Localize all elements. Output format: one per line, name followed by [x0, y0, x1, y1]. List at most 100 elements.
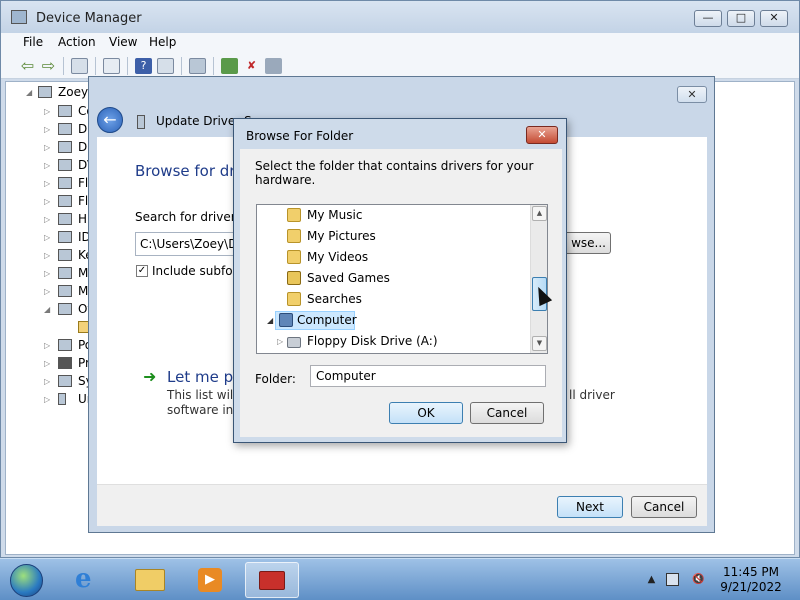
taskbar: e ▶ ▲ 🔇 11:45 PM 9/21/2022: [0, 558, 800, 600]
system-clock[interactable]: 11:45 PM 9/21/2022: [716, 565, 786, 595]
folder-scrollbar[interactable]: ▲ ▼: [530, 205, 547, 353]
wizard-back-button[interactable]: ←: [97, 107, 123, 133]
include-subfolders-label: Include subfold: [152, 264, 244, 278]
action-pane-icon[interactable]: [157, 58, 174, 74]
expand-arrow-icon[interactable]: ▷: [44, 269, 50, 278]
toolbar-separator: [181, 57, 182, 75]
folder-item-my-videos[interactable]: My Videos: [257, 247, 530, 268]
expand-arrow-icon[interactable]: ▷: [44, 179, 50, 188]
music-folder-icon: [287, 208, 301, 222]
taskbar-device-manager[interactable]: [245, 562, 299, 598]
processor-icon: [58, 357, 72, 369]
help-icon[interactable]: ?: [135, 58, 152, 74]
show-hidden-icons-icon[interactable]: ▲: [645, 573, 658, 586]
tree-item-label: Fl: [78, 194, 89, 208]
usb-device-icon: [137, 115, 145, 129]
tree-item-label: M: [78, 284, 89, 298]
back-arrow-icon[interactable]: ⇦: [19, 58, 36, 74]
folder-label: My Videos: [307, 250, 369, 264]
collapse-arrow-icon[interactable]: ◢: [44, 305, 50, 314]
scroll-down-arrow-icon[interactable]: ▼: [532, 336, 547, 351]
expand-arrow-icon[interactable]: ▷: [44, 143, 50, 152]
wizard-heading: Browse for dri: [135, 162, 240, 180]
videos-folder-icon: [287, 250, 301, 264]
folder-label: My Music: [307, 208, 363, 222]
folder-item-floppy[interactable]: ▷ Floppy Disk Drive (A:): [257, 331, 530, 352]
expand-arrow-icon[interactable]: ▷: [44, 215, 50, 224]
expand-arrow-icon[interactable]: ▷: [44, 359, 50, 368]
let-me-pick-link[interactable]: Let me pi: [167, 368, 237, 386]
start-button[interactable]: [10, 564, 43, 597]
close-button[interactable]: ✕: [760, 10, 788, 27]
folder-icon: [135, 569, 165, 591]
expand-arrow-icon[interactable]: ▷: [44, 125, 50, 134]
show-hide-tree-icon[interactable]: [71, 58, 88, 74]
folder-label-text: Folder:: [255, 372, 296, 386]
folder-label: Floppy Disk Drive (A:): [307, 334, 438, 348]
keyboard-icon: [58, 249, 72, 261]
expand-arrow-icon[interactable]: ▷: [44, 395, 50, 404]
menu-help[interactable]: Help: [149, 35, 176, 49]
expand-arrow-icon[interactable]: ▷: [44, 287, 50, 296]
forward-arrow-icon[interactable]: ⇨: [40, 58, 57, 74]
system-devices-icon: [58, 375, 72, 387]
wizard-close-button[interactable]: ✕: [677, 86, 707, 103]
expand-arrow-icon[interactable]: ▷: [44, 251, 50, 260]
update-driver-icon[interactable]: [221, 58, 238, 74]
toolbar-separator: [127, 57, 128, 75]
title-bar: Device Manager — □ ✕: [1, 1, 799, 33]
folder-item-my-pictures[interactable]: My Pictures: [257, 226, 530, 247]
dialog-title: Browse For Folder: [246, 129, 354, 143]
expand-arrow-icon[interactable]: ▷: [44, 341, 50, 350]
driver-path-field[interactable]: C:\Users\Zoey\Do: [135, 232, 245, 256]
folder-input[interactable]: Computer: [310, 365, 546, 387]
dialog-cancel-button[interactable]: Cancel: [470, 402, 544, 424]
folder-item-saved-games[interactable]: Saved Games: [257, 268, 530, 289]
folder-label: Searches: [307, 292, 362, 306]
volume-muted-icon[interactable]: 🔇: [692, 573, 705, 586]
expand-arrow-icon[interactable]: ▷: [277, 331, 283, 352]
expand-arrow-icon[interactable]: ▷: [44, 161, 50, 170]
folder-item-searches[interactable]: Searches: [257, 289, 530, 310]
uninstall-device-icon[interactable]: [265, 58, 282, 74]
expand-arrow-icon[interactable]: ▷: [44, 233, 50, 242]
menu-view[interactable]: View: [109, 35, 137, 49]
disable-device-icon[interactable]: ✘: [243, 58, 260, 74]
folder-item-computer[interactable]: ◢ Computer: [257, 310, 530, 331]
expand-arrow-icon[interactable]: ▷: [44, 197, 50, 206]
menu-file[interactable]: File: [23, 35, 43, 49]
next-button[interactable]: Next: [557, 496, 623, 518]
properties-icon[interactable]: [103, 58, 120, 74]
expand-arrow-icon[interactable]: ▷: [44, 107, 50, 116]
taskbar-explorer[interactable]: [124, 562, 178, 598]
expand-arrow-icon[interactable]: ◢: [26, 88, 32, 97]
ide-controller-icon: [58, 231, 72, 243]
collapse-arrow-icon[interactable]: ◢: [267, 310, 273, 331]
let-me-pick-desc-1-tail: ll driver: [569, 388, 615, 402]
other-devices-icon: [58, 303, 72, 315]
menu-action[interactable]: Action: [58, 35, 96, 49]
browse-button[interactable]: wse...: [565, 232, 611, 254]
green-arrow-icon: ➜: [143, 367, 157, 386]
folder-item-my-music[interactable]: My Music: [257, 205, 530, 226]
folder-tree: My Music My Pictures My Videos Saved Gam…: [256, 204, 548, 354]
wizard-cancel-button[interactable]: Cancel: [631, 496, 697, 518]
network-icon[interactable]: [666, 573, 679, 586]
ok-button[interactable]: OK: [389, 402, 463, 424]
window-title: Device Manager: [36, 11, 142, 26]
maximize-button[interactable]: □: [727, 10, 755, 27]
taskbar-internet-explorer[interactable]: e: [64, 562, 118, 598]
tree-item-label: Fl: [78, 176, 89, 190]
media-player-icon: ▶: [198, 568, 222, 592]
dialog-close-button[interactable]: ✕: [526, 126, 558, 144]
scan-hardware-icon[interactable]: [189, 58, 206, 74]
include-subfolders-checkbox[interactable]: ✓: [136, 265, 148, 277]
taskbar-media-player[interactable]: ▶: [184, 562, 238, 598]
computer-icon: [38, 86, 52, 98]
minimize-button[interactable]: —: [694, 10, 722, 27]
scroll-up-arrow-icon[interactable]: ▲: [532, 206, 547, 221]
expand-arrow-icon[interactable]: ▷: [44, 377, 50, 386]
toolbar-separator: [213, 57, 214, 75]
dialog-panel: Select the folder that contains drivers …: [240, 149, 562, 437]
folder-label: My Pictures: [307, 229, 376, 243]
